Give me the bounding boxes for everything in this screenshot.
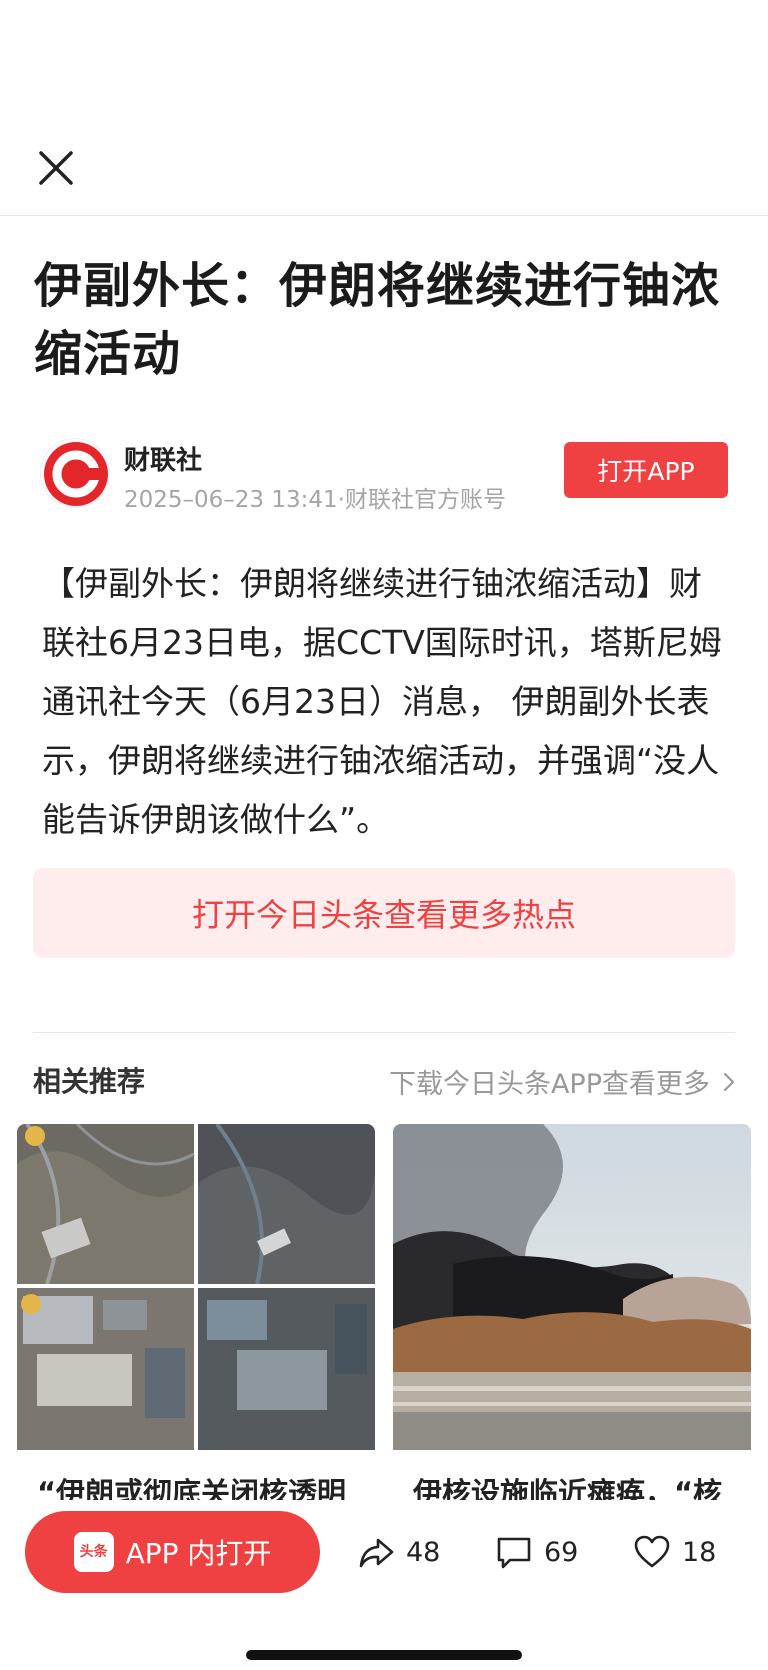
article-title: 伊副外长：伊朗将继续进行铀浓缩活动 (34, 258, 721, 382)
close-icon (39, 151, 73, 185)
like-button[interactable]: 18 (632, 1527, 716, 1577)
bottom-action-bar: 头条 APP 内打开 48 69 18 (0, 1500, 768, 1670)
top-bar (0, 0, 768, 216)
author-avatar[interactable] (40, 438, 110, 508)
share-button[interactable]: 48 (356, 1527, 440, 1577)
share-count: 48 (406, 1536, 441, 1568)
share-icon (359, 1538, 394, 1568)
open-app-button[interactable]: 打开APP (564, 442, 728, 498)
author-meta: 2025–06–23 13:41·财联社官方账号 (124, 487, 506, 513)
article-body: 【伊副外长：伊朗将继续进行铀浓缩活动】财联社6月23日电，据CCTV国际时讯，塔… (42, 564, 722, 839)
close-button[interactable] (34, 146, 78, 190)
smoke-image (393, 1124, 751, 1450)
recommend-title: 相关推荐 (33, 1065, 146, 1098)
author-row: 财联社 2025–06–23 13:41·财联社官方账号 打开APP (40, 438, 730, 514)
comment-count: 69 (544, 1536, 579, 1568)
recommend-card[interactable]: 伊核设施临近瘫痪，“核 (393, 1124, 751, 1514)
toutiao-logo-icon: 头条 (73, 1532, 114, 1572)
comment-button[interactable]: 69 (494, 1527, 578, 1577)
home-indicator[interactable] (246, 1650, 522, 1660)
heart-icon (634, 1535, 670, 1568)
recommend-more-label: 下载今日头条APP查看更多 (388, 1069, 710, 1100)
recommend-card[interactable]: “伊朗或彻底关闭核透明 (17, 1124, 375, 1514)
divider (33, 1032, 735, 1033)
comment-icon (497, 1537, 531, 1569)
open-hot-topics-banner[interactable]: 打开今日头条查看更多热点 (33, 868, 735, 958)
chevron-right-icon (723, 1072, 735, 1091)
like-count: 18 (682, 1536, 717, 1568)
recommend-more-link[interactable]: 下载今日头条APP查看更多 (389, 1062, 736, 1101)
satellite-image (17, 1124, 375, 1450)
cailianshe-logo-icon (44, 442, 108, 506)
author-name[interactable]: 财联社 (124, 440, 202, 477)
open-in-app-label: APP 内打开 (125, 1537, 272, 1570)
open-in-app-button[interactable]: 头条 APP 内打开 (25, 1511, 320, 1593)
